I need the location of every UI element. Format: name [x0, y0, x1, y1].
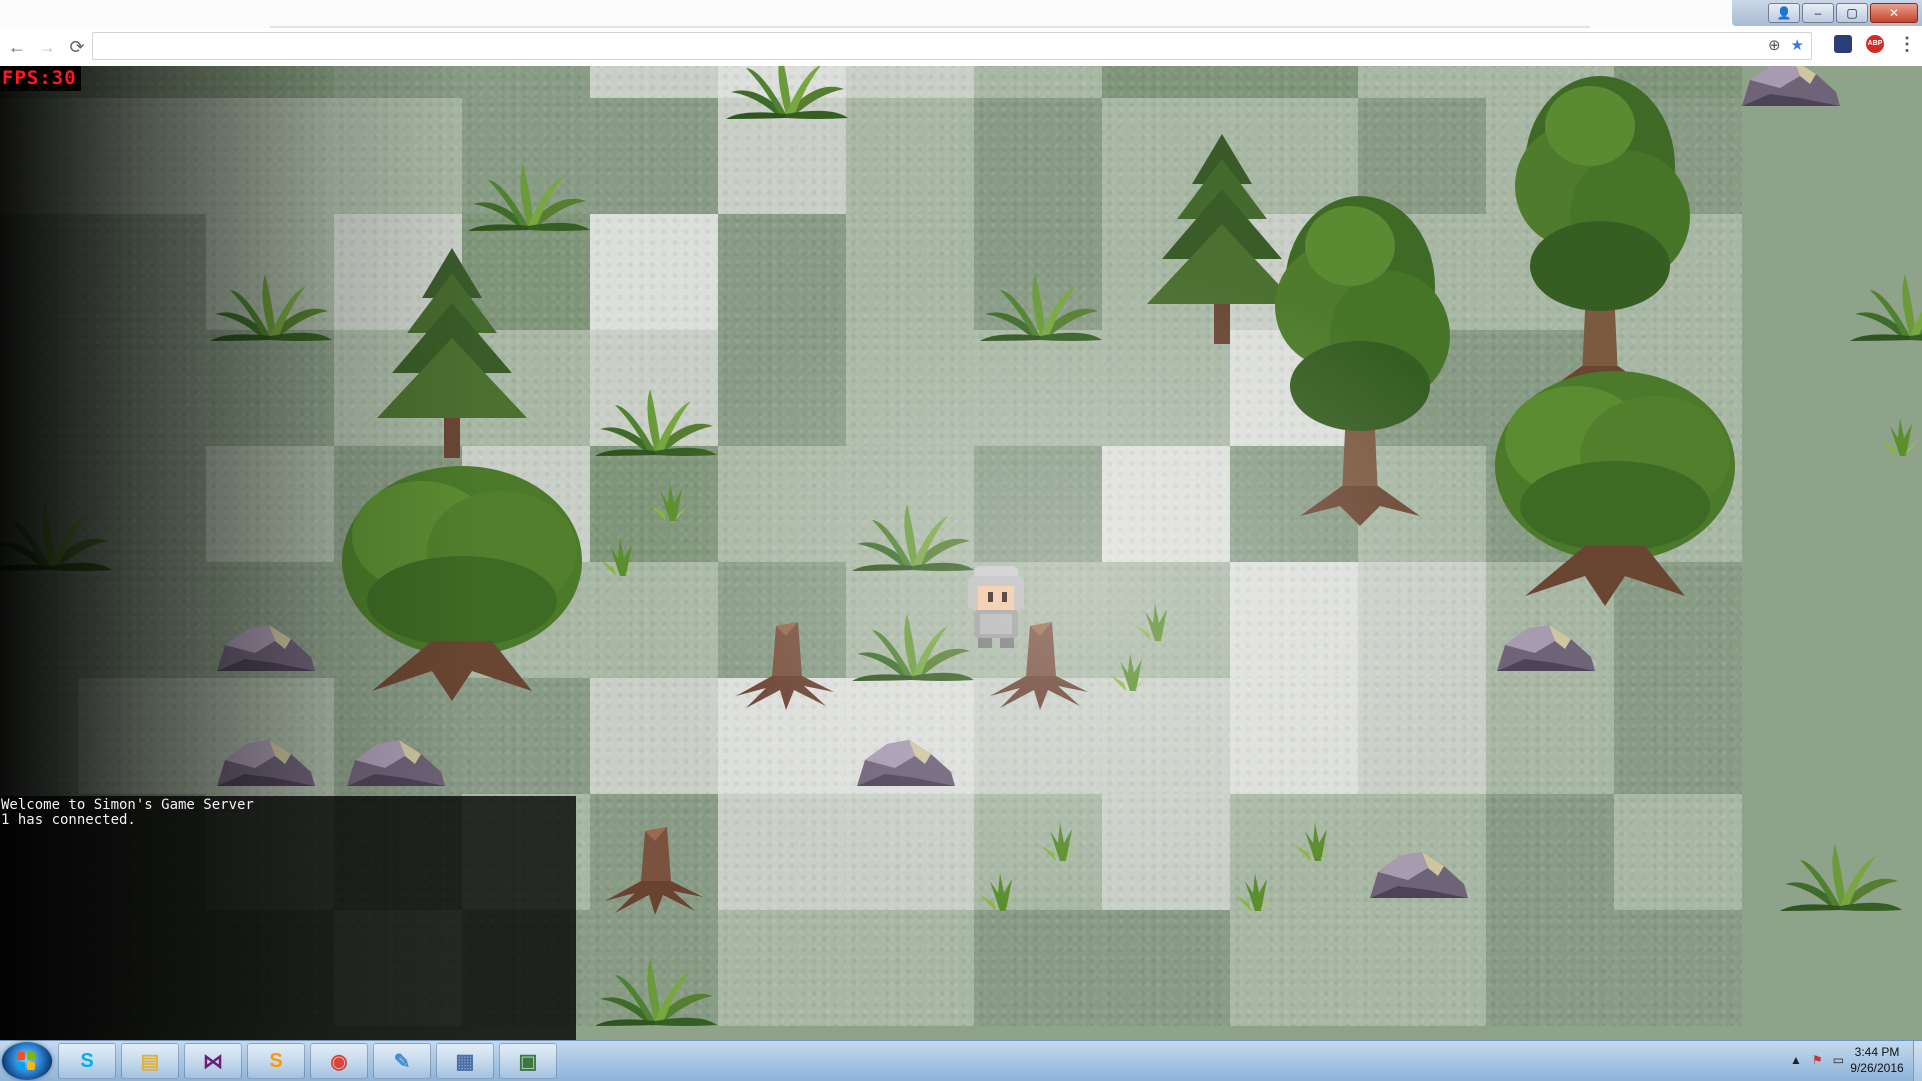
taskbar-visual-studio[interactable]: ⋈	[184, 1043, 242, 1079]
windows-taskbar: S ▤ ⋈ S ◉ ✎ ▦ ▣ ▲ ⚑ ▭ 3:44 PM 9/26/2016	[0, 1040, 1922, 1081]
user-profile-button[interactable]: 👤	[1768, 3, 1800, 23]
chat-console: Welcome to Simon's Game Server 1 has conn…	[0, 796, 576, 1040]
browser-title-bar: 👤 – ▢ ✕	[0, 0, 1922, 29]
taskbar-chrome[interactable]: ◉	[310, 1043, 368, 1079]
skype-icon: S	[80, 1049, 94, 1072]
console-line: Welcome to Simon's Game Server	[1, 797, 254, 813]
active-window-icon: ▣	[518, 1050, 538, 1073]
zoom-icon[interactable]: ⊕	[1768, 36, 1781, 54]
browser-menu-icon[interactable]: ⋮	[1898, 35, 1916, 53]
maximize-button[interactable]: ▢	[1836, 3, 1868, 23]
system-tray: ▲ ⚑ ▭	[1790, 1053, 1844, 1067]
show-hidden-icons-icon[interactable]: ▲	[1790, 1053, 1802, 1067]
minimize-button[interactable]: –	[1802, 3, 1834, 23]
game-canvas[interactable]: FPS:30 Welcome to Simon's Game Server 1 h…	[0, 66, 1922, 1040]
taskbar-active-window[interactable]: ▣	[499, 1043, 557, 1079]
notepad-icon: ✎	[393, 1050, 411, 1073]
browser-toolbar: ← → ⟳ ⊕ ★ ABP ⋮	[0, 28, 1922, 67]
bookmark-star-icon[interactable]: ★	[1791, 36, 1804, 54]
taskbar-file-explorer[interactable]: ▤	[121, 1043, 179, 1079]
window-controls: 👤 – ▢ ✕	[1732, 0, 1922, 26]
clock-time: 3:44 PM	[1854, 1045, 1900, 1059]
console-line: 1 has connected.	[1, 812, 136, 828]
extension-icon[interactable]	[1834, 35, 1852, 53]
chrome-icon: ◉	[330, 1050, 348, 1073]
address-bar[interactable]	[92, 32, 1812, 60]
taskbar-notepad[interactable]: ✎	[373, 1043, 431, 1079]
taskbar-skype[interactable]: S	[58, 1043, 116, 1079]
start-button[interactable]	[2, 1042, 52, 1080]
show-desktop-button[interactable]	[1913, 1041, 1922, 1081]
calculator-icon: ▦	[455, 1050, 475, 1073]
clock-date: 9/26/2016	[1850, 1061, 1904, 1075]
forward-button[interactable]: →	[34, 34, 60, 60]
file-explorer-icon: ▤	[140, 1050, 160, 1073]
system-clock[interactable]: 3:44 PM 9/26/2016	[1842, 1044, 1912, 1076]
windows-logo-icon	[17, 1052, 35, 1070]
reload-button[interactable]: ⟳	[64, 34, 90, 60]
player-knight[interactable]	[960, 562, 1032, 652]
taskbar-calculator[interactable]: ▦	[436, 1043, 494, 1079]
taskbar-sublime-text[interactable]: S	[247, 1043, 305, 1079]
action-center-icon[interactable]: ⚑	[1812, 1053, 1823, 1067]
adblock-icon[interactable]: ABP	[1866, 35, 1884, 53]
back-button[interactable]: ←	[4, 34, 30, 60]
fps-counter: FPS:30	[0, 66, 81, 91]
close-button[interactable]: ✕	[1870, 3, 1918, 23]
sublime-text-icon: S	[269, 1049, 283, 1072]
visual-studio-icon: ⋈	[203, 1050, 223, 1073]
